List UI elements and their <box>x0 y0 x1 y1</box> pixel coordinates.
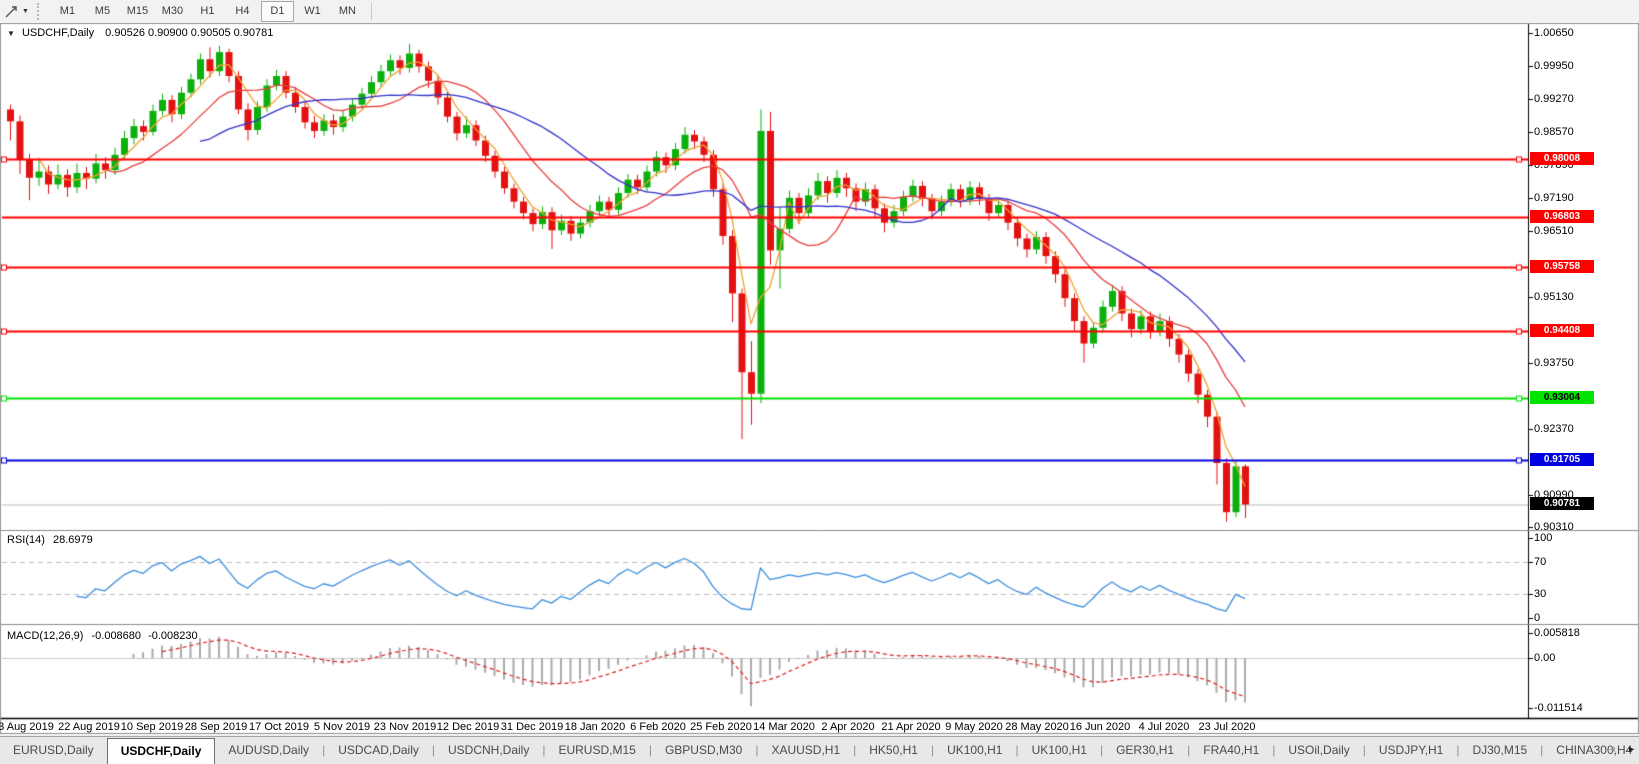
chart-tab-uk100-h1[interactable]: UK100,H1 <box>934 739 1015 762</box>
chart-tab-gbpusd-m30[interactable]: GBPUSD,M30 <box>652 739 755 762</box>
date-axis-tick: 21 Apr 2020 <box>881 721 940 733</box>
toolbar-separator <box>371 3 372 20</box>
date-axis-tick: 9 May 2020 <box>945 721 1002 733</box>
chart-tab-usoil-daily[interactable]: USOil,Daily <box>1275 739 1362 762</box>
date-axis-tick: 23 Nov 2019 <box>374 721 436 733</box>
ohlc-values: 0.90526 0.90900 0.90505 0.90781 <box>105 27 273 39</box>
date-axis-tick: 3 Aug 2019 <box>0 721 54 733</box>
timeframe-button-mn[interactable]: MN <box>331 1 364 22</box>
rsi-name: RSI(14) <box>7 534 45 546</box>
chart-tab-fra40-h1[interactable]: FRA40,H1 <box>1190 739 1272 762</box>
price-level-tag: 0.95758 <box>1530 260 1594 273</box>
macd-indicator-label: MACD(12,26,9) -0.008680 -0.008230 <box>7 630 198 642</box>
price-level-tag: 0.98008 <box>1530 152 1594 165</box>
date-axis-tick: 25 Feb 2020 <box>690 721 752 733</box>
chart-tab-audusd-daily[interactable]: AUDUSD,Daily <box>215 739 322 762</box>
date-axis-tick: 17 Oct 2019 <box>249 721 309 733</box>
rsi-value: 28.6979 <box>53 534 93 546</box>
chart-tabs: EURUSD,DailyUSDCHF,DailyAUDUSD,Daily|USD… <box>0 737 1639 764</box>
price-chart-canvas[interactable] <box>0 23 1639 734</box>
date-axis-tick: 4 Jul 2020 <box>1139 721 1190 733</box>
chart-tab-ger30-h1[interactable]: GER30,H1 <box>1103 739 1187 762</box>
date-axis-tick: 23 Jul 2020 <box>1199 721 1256 733</box>
trendline-tool-icon <box>4 4 19 19</box>
chart-tab-usdchf-daily[interactable]: USDCHF,Daily <box>107 738 216 764</box>
toolbar: ▼ M1M5M15M30H1H4D1W1MN <box>0 0 1639 24</box>
date-axis-tick: 28 Sep 2019 <box>185 721 247 733</box>
chart-tab-usdcnh-daily[interactable]: USDCNH,Daily <box>435 739 542 762</box>
price-level-tag: 0.93004 <box>1530 391 1594 404</box>
macd-signal-value: -0.008230 <box>148 630 198 642</box>
price-axis-tick: 0.97190 <box>1534 192 1574 204</box>
collapse-triangle-icon: ▼ <box>7 29 15 38</box>
toolbar-grip <box>37 3 46 20</box>
timeframe-button-m15[interactable]: M15 <box>121 1 154 22</box>
chart-tab-usdcad-daily[interactable]: USDCAD,Daily <box>325 739 432 762</box>
timeframe-button-h4[interactable]: H4 <box>226 1 259 22</box>
date-axis-tick: 10 Sep 2019 <box>121 721 183 733</box>
trendline-tool-button[interactable]: ▼ <box>0 1 33 22</box>
price-axis-tick: 1.00650 <box>1534 27 1574 39</box>
price-axis-tick: 0.98570 <box>1534 126 1574 138</box>
price-axis-tick: 0.95130 <box>1534 291 1574 303</box>
chart-tab-xauusd-h1[interactable]: XAUUSD,H1 <box>758 739 853 762</box>
chart-tab-usdjpy-h1[interactable]: USDJPY,H1 <box>1366 739 1456 762</box>
price-axis-tick: 0.96510 <box>1534 225 1574 237</box>
chart-tab-eurusd-daily[interactable]: EURUSD,Daily <box>0 739 107 762</box>
date-axis-tick: 28 May 2020 <box>1005 721 1069 733</box>
chart-title: ▼ USDCHF,Daily 0.90526 0.90900 0.90505 0… <box>7 27 273 39</box>
chart-tab-hk50-h1[interactable]: HK50,H1 <box>856 739 931 762</box>
chart-tab-eurusd-m15[interactable]: EURUSD,M15 <box>545 739 648 762</box>
rsi-axis-tick: 70 <box>1534 556 1546 568</box>
macd-axis-tick: -0.011514 <box>1534 702 1583 714</box>
timeframe-button-h1[interactable]: H1 <box>191 1 224 22</box>
chart-tab-bar: EURUSD,DailyUSDCHF,DailyAUDUSD,Daily|USD… <box>0 736 1639 764</box>
date-axis-tick: 16 Jun 2020 <box>1070 721 1131 733</box>
macd-axis-tick: 0.00 <box>1534 652 1555 664</box>
date-axis-tick: 18 Jan 2020 <box>565 721 626 733</box>
macd-main-value: -0.008680 <box>91 630 141 642</box>
price-axis-tick: 0.93750 <box>1534 357 1574 369</box>
price-level-tag: 0.91705 <box>1530 453 1594 466</box>
price-axis-tick: 0.99950 <box>1534 60 1574 72</box>
date-axis-tick: 14 Mar 2020 <box>753 721 815 733</box>
macd-axis-tick: 0.005818 <box>1534 627 1580 639</box>
rsi-axis-tick: 0 <box>1534 612 1540 624</box>
date-axis-tick: 31 Dec 2019 <box>501 721 563 733</box>
price-axis-tick: 0.99270 <box>1534 93 1574 105</box>
date-axis-tick: 6 Feb 2020 <box>630 721 686 733</box>
date-axis-tick: 5 Nov 2019 <box>314 721 370 733</box>
date-axis-tick: 12 Dec 2019 <box>437 721 499 733</box>
date-axis-tick: 2 Apr 2020 <box>821 721 874 733</box>
tab-scroll-left-icon[interactable]: ◄ <box>1608 744 1617 754</box>
price-level-tag: 0.90781 <box>1530 497 1594 510</box>
price-axis-tick: 0.92370 <box>1534 423 1574 435</box>
price-level-tag: 0.94408 <box>1530 324 1594 337</box>
rsi-axis-tick: 30 <box>1534 588 1546 600</box>
rsi-indicator-label: RSI(14) 28.6979 <box>7 534 93 546</box>
chevron-down-icon: ▼ <box>22 8 29 15</box>
chart-tab-dj30-m15[interactable]: DJ30,M15 <box>1459 739 1540 762</box>
timeframe-button-m30[interactable]: M30 <box>156 1 189 22</box>
timeframe-button-m5[interactable]: M5 <box>86 1 119 22</box>
timeframe-button-w1[interactable]: W1 <box>296 1 329 22</box>
rsi-axis-tick: 100 <box>1534 532 1552 544</box>
chart-symbol-period: USDCHF,Daily <box>22 27 94 39</box>
trading-platform-window: ▼ M1M5M15M30H1H4D1W1MN ▼ USDCHF,Daily 0.… <box>0 0 1639 764</box>
chart-tab-uk100-h1[interactable]: UK100,H1 <box>1019 739 1100 762</box>
macd-name: MACD(12,26,9) <box>7 630 83 642</box>
price-level-tag: 0.96803 <box>1530 210 1594 223</box>
date-axis-tick: 22 Aug 2019 <box>58 721 120 733</box>
timeframe-button-group: M1M5M15M30H1H4D1W1MN <box>50 1 365 22</box>
chart-window: ▼ USDCHF,Daily 0.90526 0.90900 0.90505 0… <box>0 23 1639 734</box>
tab-scroll-right-icon[interactable]: ► <box>1627 744 1636 754</box>
timeframe-button-d1[interactable]: D1 <box>261 1 294 22</box>
timeframe-button-m1[interactable]: M1 <box>51 1 84 22</box>
tab-scroll-buttons: ◄ ► <box>1600 744 1636 754</box>
